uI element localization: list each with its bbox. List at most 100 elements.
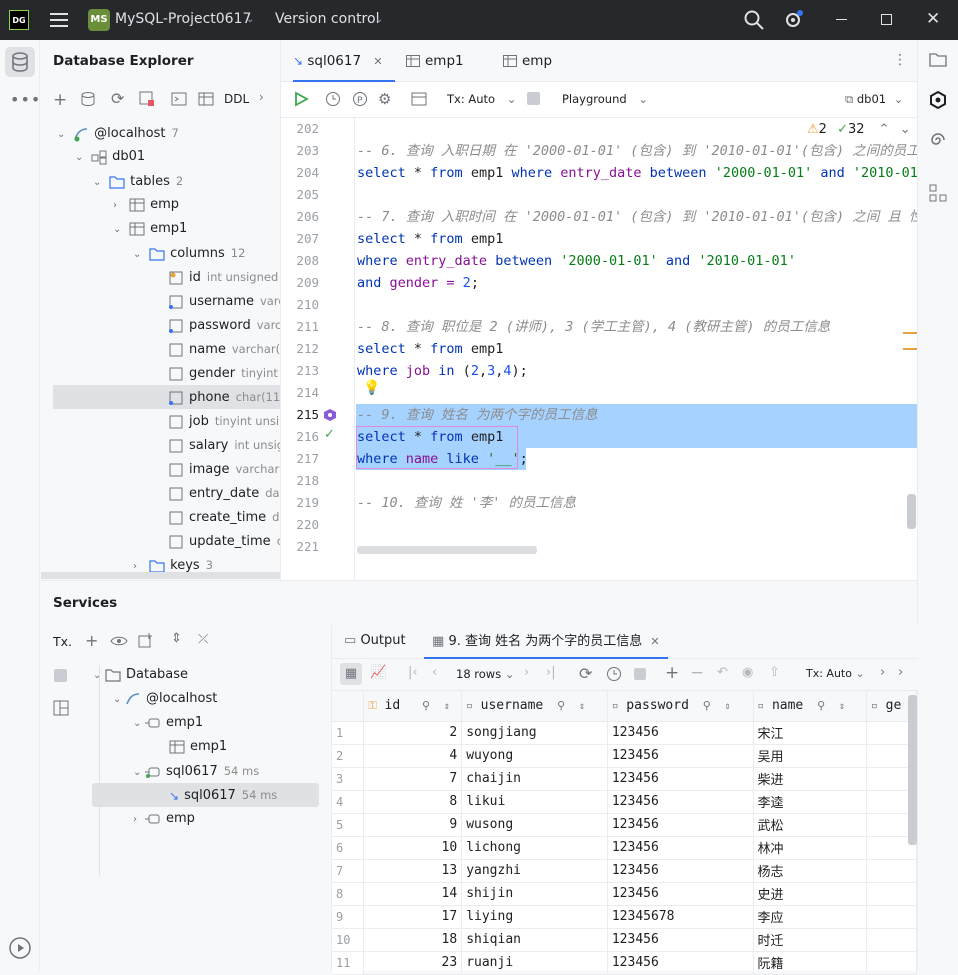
cell-username[interactable]: songjiang: [461, 721, 608, 745]
cell-username[interactable]: wuyong: [461, 744, 608, 768]
history-icon[interactable]: [606, 666, 622, 682]
refresh-icon[interactable]: ⟳: [579, 664, 592, 683]
cell-password[interactable]: 12345678: [607, 905, 754, 929]
tree-session-sql0617[interactable]: ⌄ sql0617 54 ms: [133, 759, 259, 783]
code-line[interactable]: and gender = 2;: [357, 272, 479, 294]
code-line[interactable]: where job in (2,3,4);: [357, 360, 528, 382]
cell-id[interactable]: 13: [363, 859, 463, 883]
tab-output[interactable]: ▭ Output: [344, 633, 406, 648]
settings-gear-icon[interactable]: [783, 10, 803, 30]
code-line[interactable]: select * from emp1: [357, 338, 503, 360]
tree-schema-db01[interactable]: ⌄ db01: [75, 145, 145, 169]
cell-name[interactable]: 林冲: [753, 836, 868, 860]
table-view-icon[interactable]: [198, 91, 214, 107]
cell-id[interactable]: 18: [363, 928, 463, 952]
filter-icon[interactable]: ⚲: [557, 699, 565, 712]
project-name[interactable]: MySQL-Project0617: [115, 11, 251, 27]
chevron-down-icon[interactable]: ⌄: [246, 14, 254, 25]
table-row[interactable]: 11 23 ruanji 123456 阮籍: [332, 951, 917, 975]
chevron-right-icon[interactable]: ›: [133, 808, 145, 832]
tab-emp1[interactable]: emp1: [406, 40, 464, 82]
tree-column[interactable]: id int unsigned: [168, 265, 278, 289]
tree-column[interactable]: password varc: [168, 313, 280, 337]
settings-gear-icon[interactable]: ⚙: [378, 90, 391, 108]
inspection-warnings[interactable]: ⚠2 ✓32 ⌃ ⌄: [807, 122, 911, 137]
version-control-menu[interactable]: Version control: [275, 11, 379, 27]
cell-username[interactable]: liying: [461, 905, 608, 929]
column-header-password[interactable]: ▫ password ⚲ ⇕: [607, 691, 754, 722]
project-badge[interactable]: MS: [88, 9, 110, 31]
disconnect-icon[interactable]: [139, 91, 155, 107]
cell-name[interactable]: 吴用: [753, 744, 868, 768]
tx-mode-dropdown[interactable]: Tx: Auto ⌄: [806, 667, 865, 680]
cell-name[interactable]: 宋江: [753, 721, 868, 745]
services-tool-icon[interactable]: [8, 936, 32, 960]
tree-session-emp[interactable]: › emp: [133, 807, 195, 831]
intention-bulb-icon[interactable]: 💡: [363, 380, 380, 396]
maximize-icon[interactable]: [881, 14, 892, 25]
cell-password[interactable]: 123456: [607, 882, 754, 906]
sort-icon[interactable]: ⇕: [839, 701, 845, 712]
vertical-scrollbar[interactable]: [907, 494, 916, 529]
playground-dropdown[interactable]: Playground ⌄: [562, 92, 648, 106]
tab-query-result[interactable]: ▦ 9. 查询 姓名 为两个字的员工信息 ✕: [424, 625, 668, 659]
tree-column[interactable]: entry_date da: [168, 481, 280, 505]
cell-id[interactable]: 23: [363, 951, 463, 975]
tree-column[interactable]: salary int unsig: [168, 433, 280, 457]
cell-gender[interactable]: [866, 905, 917, 929]
sort-icon[interactable]: ⇕: [444, 701, 450, 712]
cell-id[interactable]: 2: [363, 721, 463, 745]
code-line[interactable]: -- 6. 查询 入职日期 在 '2000-01-01' (包含) 到 '201…: [357, 140, 933, 162]
tree-table-emp1[interactable]: emp1: [169, 735, 227, 759]
add-row-icon[interactable]: +: [665, 663, 679, 683]
code-line[interactable]: select * from emp1: [357, 228, 503, 250]
tree-column[interactable]: gender tinyint: [168, 361, 278, 385]
code-line[interactable]: -- 8. 查询 职位是 2 (讲师), 3 (学工主管), 4 (教研主管) …: [357, 316, 830, 338]
chevron-down-icon[interactable]: ⌄: [93, 171, 105, 195]
sort-icon[interactable]: ⇕: [579, 701, 585, 712]
cell-password[interactable]: 123456: [607, 836, 754, 860]
cell-password[interactable]: 123456: [607, 790, 754, 814]
cell-id[interactable]: 7: [363, 767, 463, 791]
tree-column[interactable]: image varchar(: [168, 457, 280, 481]
chevron-right-icon[interactable]: ›: [880, 665, 885, 680]
last-page-icon[interactable]: ›|: [546, 665, 556, 680]
structure-icon[interactable]: [929, 184, 947, 202]
table-row[interactable]: 2 4 wuyong 123456 吴用: [332, 744, 917, 768]
table-row[interactable]: 7 13 yangzhi 123456 杨志: [332, 859, 917, 883]
code-line[interactable]: -- 7. 查询 入职时间 在 '2000-01-01' (包含) 到 '201…: [357, 206, 936, 228]
chart-view-icon[interactable]: 📈: [370, 665, 386, 680]
tree-column[interactable]: update_timec: [168, 529, 280, 553]
table-row[interactable]: 5 9 wusong 123456 武松: [332, 813, 917, 837]
chevron-right-icon[interactable]: ›: [259, 90, 264, 104]
tree-tables[interactable]: ⌄ tables 2: [93, 169, 183, 193]
next-page-icon[interactable]: ›: [524, 665, 529, 680]
tree-column[interactable]: name varchar(: [168, 337, 280, 361]
cell-name[interactable]: 时迁: [753, 928, 868, 952]
cell-password[interactable]: 123456: [607, 813, 754, 837]
cell-id[interactable]: 8: [363, 790, 463, 814]
cell-username[interactable]: shijin: [461, 882, 608, 906]
cell-password[interactable]: 123456: [607, 951, 754, 975]
ai-assistant-icon[interactable]: [323, 408, 337, 422]
chevron-down-icon[interactable]: ⌄: [133, 761, 145, 785]
tree-database[interactable]: ⌄ Database: [93, 663, 188, 687]
cell-name[interactable]: 史进: [753, 882, 868, 906]
cell-password[interactable]: 123456: [607, 767, 754, 791]
chevron-down-icon[interactable]: ⌄: [113, 218, 125, 242]
table-row[interactable]: 9 17 liying 12345678 李应: [332, 905, 917, 929]
cell-password[interactable]: 123456: [607, 721, 754, 745]
column-header-username[interactable]: ▫ username ⚲ ⇕: [461, 691, 608, 722]
chevron-down-icon[interactable]: ⌄: [113, 688, 125, 712]
filter-icon[interactable]: ⚲: [817, 699, 825, 712]
column-header-id[interactable]: ⚿ id ⚲ ⇕: [363, 691, 463, 722]
cell-username[interactable]: likui: [461, 790, 608, 814]
tree-column[interactable]: job tinyint unsi: [168, 409, 279, 433]
search-icon[interactable]: [744, 10, 764, 30]
ddl-button[interactable]: DDL: [224, 92, 249, 106]
tx-mode-dropdown[interactable]: Tx: Auto ⌄: [447, 92, 516, 106]
tree-column[interactable]: username varc: [168, 289, 280, 313]
console-icon[interactable]: [171, 91, 187, 107]
code-line[interactable]: select * from emp1 where entry_date betw…: [357, 162, 926, 184]
chevron-down-icon[interactable]: ⌄: [75, 146, 87, 170]
